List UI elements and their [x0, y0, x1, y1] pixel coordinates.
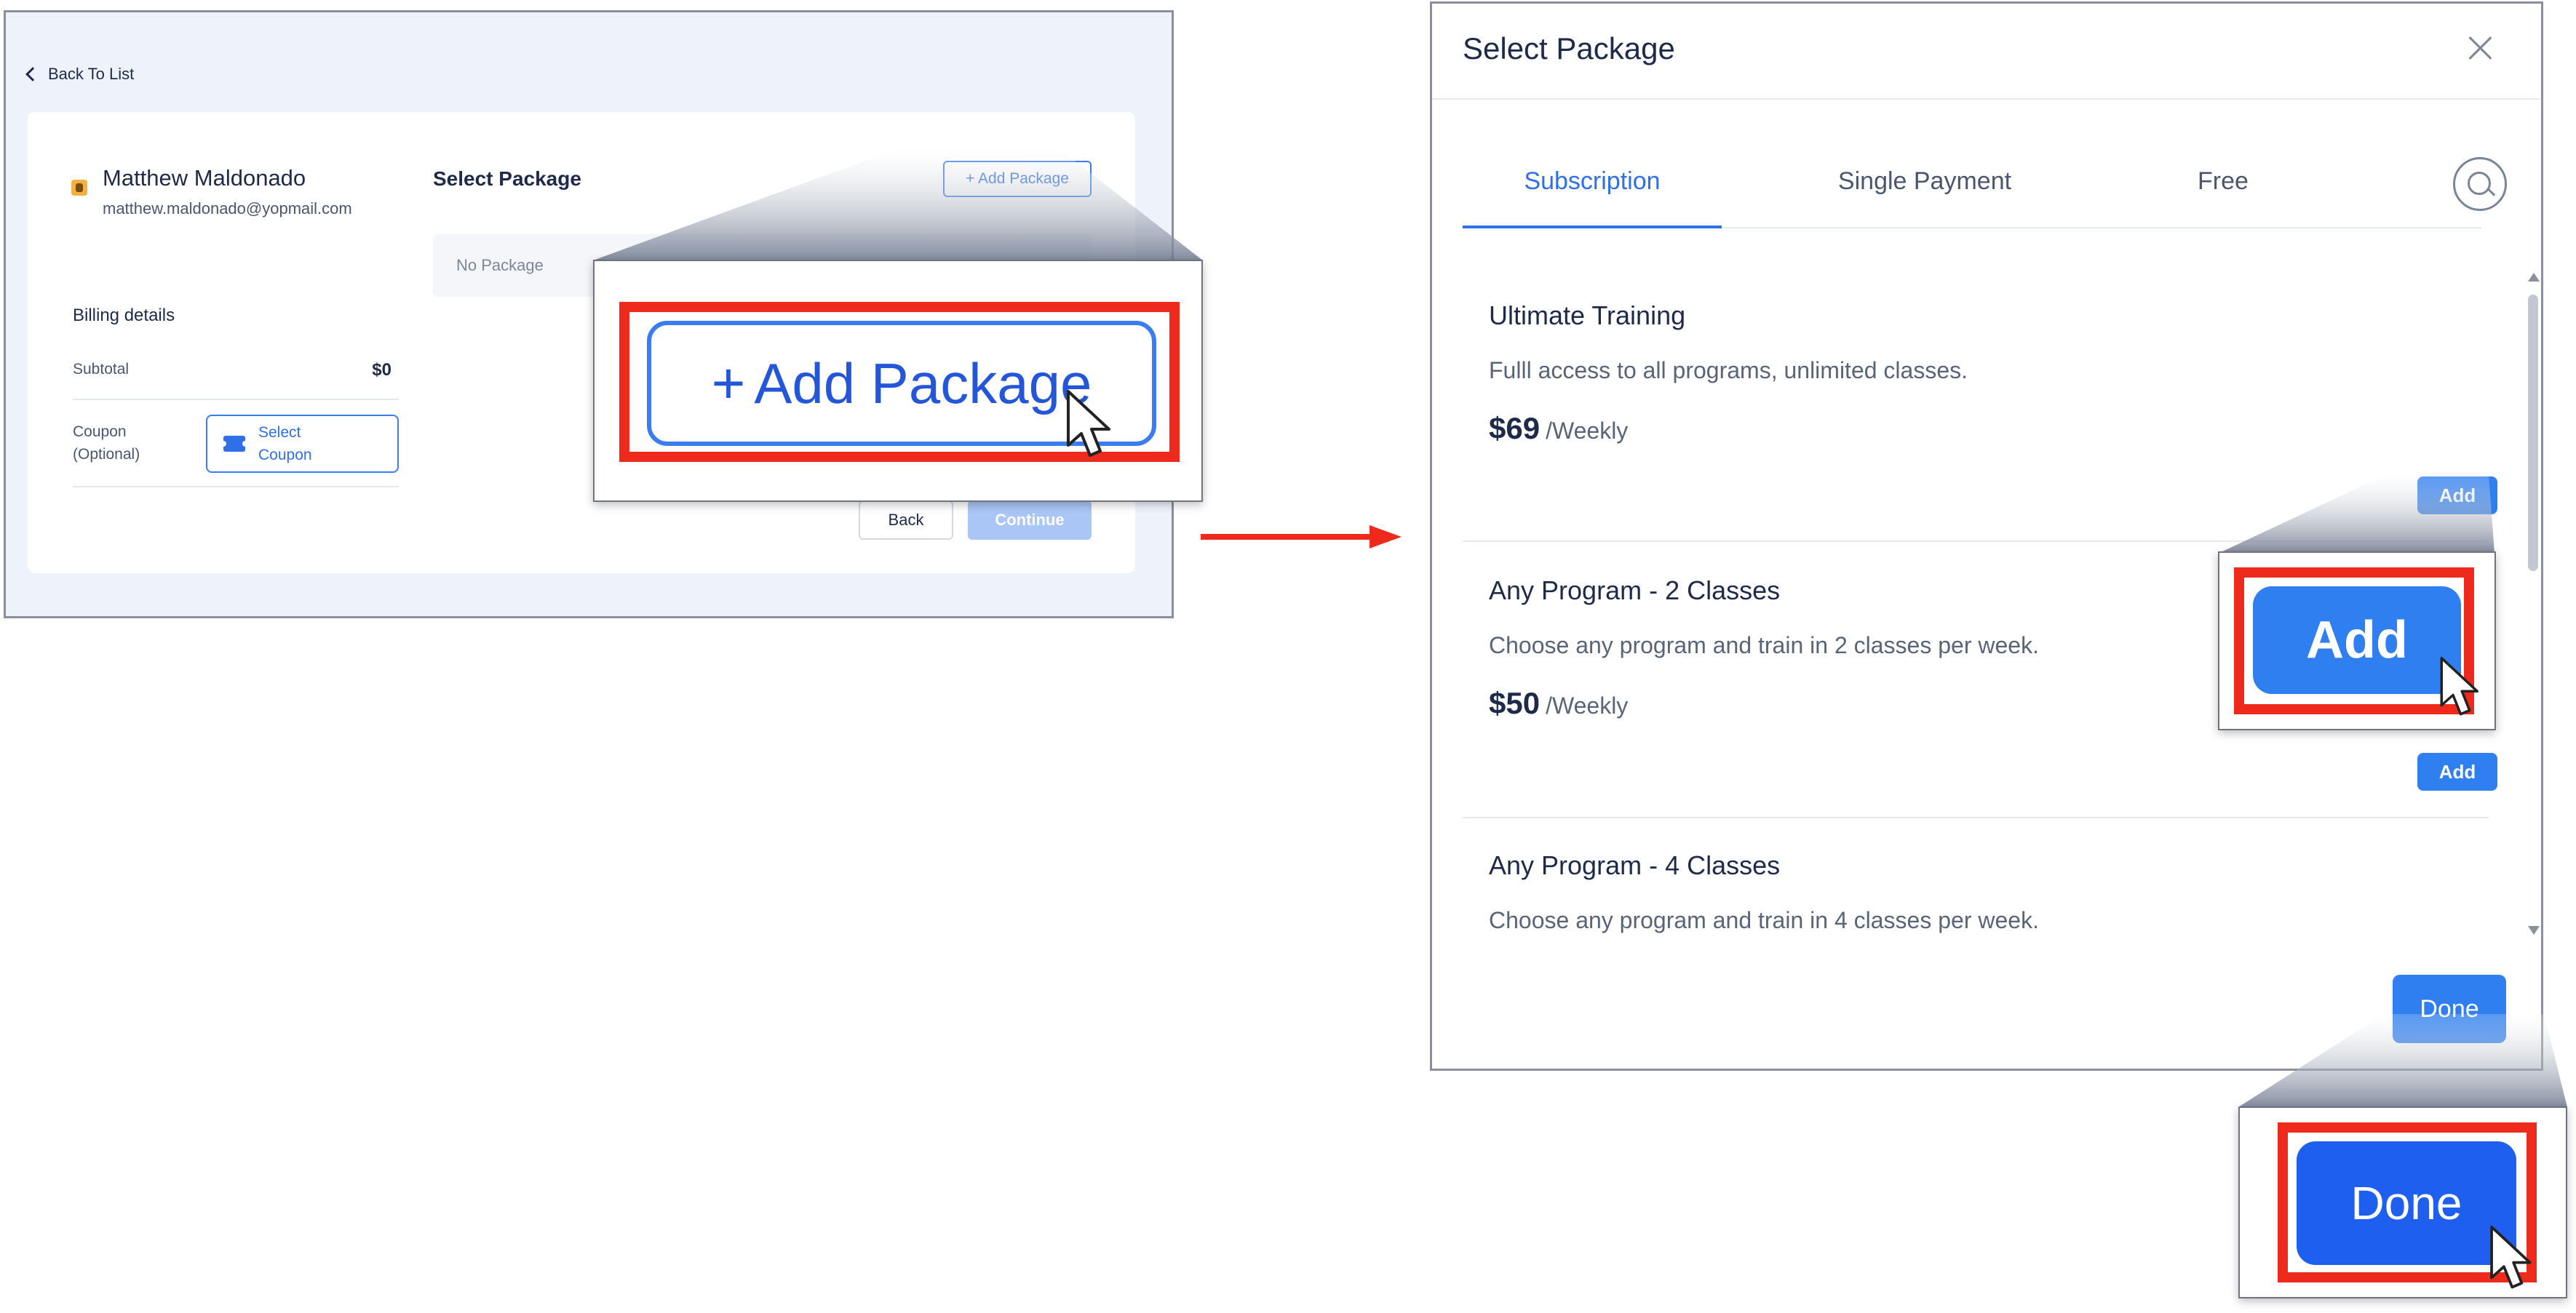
package-card: Ultimate Training Fulll access to all pr… — [1463, 280, 2497, 542]
price-period: /Weekly — [1546, 418, 1629, 444]
user-avatar-icon — [71, 180, 87, 196]
billing-details-title: Billing details — [73, 306, 175, 325]
scroll-up-icon[interactable] — [2528, 273, 2540, 282]
close-icon[interactable] — [2467, 34, 2494, 62]
flow-arrow-icon — [1201, 525, 1402, 548]
divider — [1463, 817, 2489, 818]
add-package-button[interactable]: Add — [2417, 476, 2497, 514]
package-description: Choose any program and train in 4 classe… — [1489, 907, 2039, 933]
search-icon[interactable] — [2453, 157, 2507, 211]
mouse-cursor-icon — [2440, 657, 2478, 716]
scrollbar[interactable] — [2528, 273, 2540, 935]
package-price: $50/Weekly — [1489, 686, 1628, 721]
subtotal-value: $0 — [372, 360, 391, 380]
ticket-icon — [220, 436, 248, 452]
divider — [73, 486, 399, 487]
subtotal-label: Subtotal — [73, 361, 130, 378]
divider — [1463, 540, 2489, 542]
zoom-done-button: Done — [2297, 1141, 2516, 1265]
mouse-cursor-icon — [2490, 1225, 2532, 1289]
package-card: Any Program - 4 Classes Choose any progr… — [1463, 833, 2489, 949]
zoom-add-button: Add — [2253, 586, 2461, 694]
zoom-callout-add: Add — [2218, 551, 2496, 730]
zoom-callout-done: Done — [2238, 1106, 2567, 1298]
add-package-button[interactable]: Add — [2417, 753, 2497, 791]
member-email: matthew.maldonado@yopmail.com — [103, 199, 352, 217]
price-amount: $69 — [1489, 411, 1541, 445]
select-package-modal: Select Package Subscription Single Payme… — [1430, 1, 2543, 1071]
coupon-label: Coupon (Optional) — [73, 423, 140, 463]
package-type-tabs: Subscription Single Payment Free — [1463, 153, 2481, 228]
divider — [1432, 98, 2541, 100]
select-coupon-label: Select Coupon — [258, 424, 312, 463]
tab-free[interactable]: Free — [2194, 167, 2252, 196]
package-name: Any Program - 2 Classes — [1489, 575, 1781, 605]
modal-title: Select Package — [1463, 31, 1675, 65]
package-name: Any Program - 4 Classes — [1489, 850, 1781, 880]
zoom-callout-add-package: + Add Package — [593, 260, 1203, 502]
divider — [73, 399, 399, 400]
plus-icon: + — [711, 351, 746, 415]
add-package-button[interactable]: + Add Package — [943, 161, 1092, 197]
back-to-list-label: Back To List — [48, 65, 135, 83]
price-period: /Weekly — [1546, 693, 1629, 719]
back-to-list-link[interactable]: Back To List — [25, 65, 135, 84]
mouse-cursor-icon — [1067, 390, 1110, 457]
tab-subscription[interactable]: Subscription — [1521, 167, 1663, 196]
zoom-add-package-label: Add Package — [754, 351, 1092, 415]
active-tab-indicator — [1463, 226, 1722, 228]
package-name: Ultimate Training — [1489, 300, 1686, 330]
continue-button[interactable]: Continue — [968, 500, 1092, 540]
member-name: Matthew Maldonado — [103, 165, 306, 191]
back-button[interactable]: Back — [859, 500, 953, 540]
scrollbar-thumb[interactable] — [2528, 295, 2538, 571]
price-amount: $50 — [1489, 686, 1541, 720]
select-package-title: Select Package — [433, 167, 581, 190]
package-price: $69/Weekly — [1489, 411, 1628, 446]
select-coupon-button[interactable]: Select Coupon — [206, 415, 399, 473]
chevron-left-icon — [25, 67, 40, 81]
tab-single-payment[interactable]: Single Payment — [1834, 167, 2016, 196]
scroll-down-icon[interactable] — [2528, 926, 2540, 935]
package-description: Choose any program and train in 2 classe… — [1489, 632, 2039, 658]
package-description: Fulll access to all programs, unlimited … — [1489, 357, 1968, 383]
done-button[interactable]: Done — [2393, 975, 2506, 1043]
